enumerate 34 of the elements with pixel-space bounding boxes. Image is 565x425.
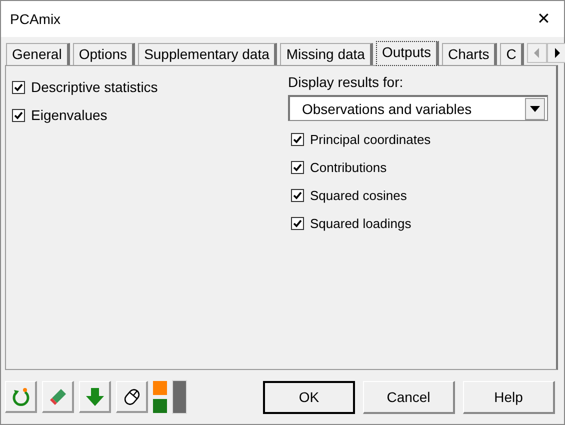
caret-icon	[530, 106, 540, 112]
tab[interactable]: Options	[72, 43, 136, 65]
checkmark-icon	[13, 82, 24, 92]
dialog-button[interactable]: Help	[463, 380, 555, 414]
eraser-icon[interactable]	[42, 381, 74, 413]
tab[interactable]: Outputs	[376, 41, 439, 66]
swatch-button[interactable]	[153, 399, 167, 413]
tab[interactable]: C	[500, 43, 524, 65]
checkmark-icon	[292, 218, 303, 228]
field-label: Display results for:	[288, 74, 404, 90]
checkmark-icon	[292, 162, 303, 172]
dropdown[interactable]: Observations and variables	[288, 95, 548, 121]
refresh-icon[interactable]	[5, 381, 37, 413]
checkmark-icon	[292, 190, 303, 200]
swatch-button[interactable]	[153, 381, 167, 395]
checkmark-icon	[292, 134, 303, 144]
window-title: PCAmix	[10, 11, 61, 27]
tab[interactable]: Charts	[442, 43, 498, 65]
checkbox[interactable]: Principal coordinates	[291, 125, 548, 153]
tab[interactable]: Missing data	[280, 43, 373, 65]
close-button[interactable]: ✕	[533, 9, 554, 29]
checkbox[interactable]: Squared loadings	[291, 209, 548, 237]
checkmark-icon	[13, 110, 24, 120]
dialog-button[interactable]: OK	[263, 380, 355, 414]
checkbox[interactable]: Descriptive statistics	[12, 76, 288, 98]
checkbox[interactable]: Squared cosines	[291, 181, 548, 209]
tab[interactable]: Supplementary data	[138, 43, 278, 65]
tab[interactable]: General	[6, 43, 70, 65]
checkbox[interactable]: Eigenvalues	[12, 104, 288, 126]
checkbox[interactable]: Contributions	[291, 153, 548, 181]
dialog-button[interactable]: Cancel	[363, 380, 455, 414]
scroll-right-button[interactable]	[547, 43, 565, 63]
bar-button[interactable]	[172, 380, 187, 414]
mouse-icon[interactable]	[116, 381, 148, 413]
